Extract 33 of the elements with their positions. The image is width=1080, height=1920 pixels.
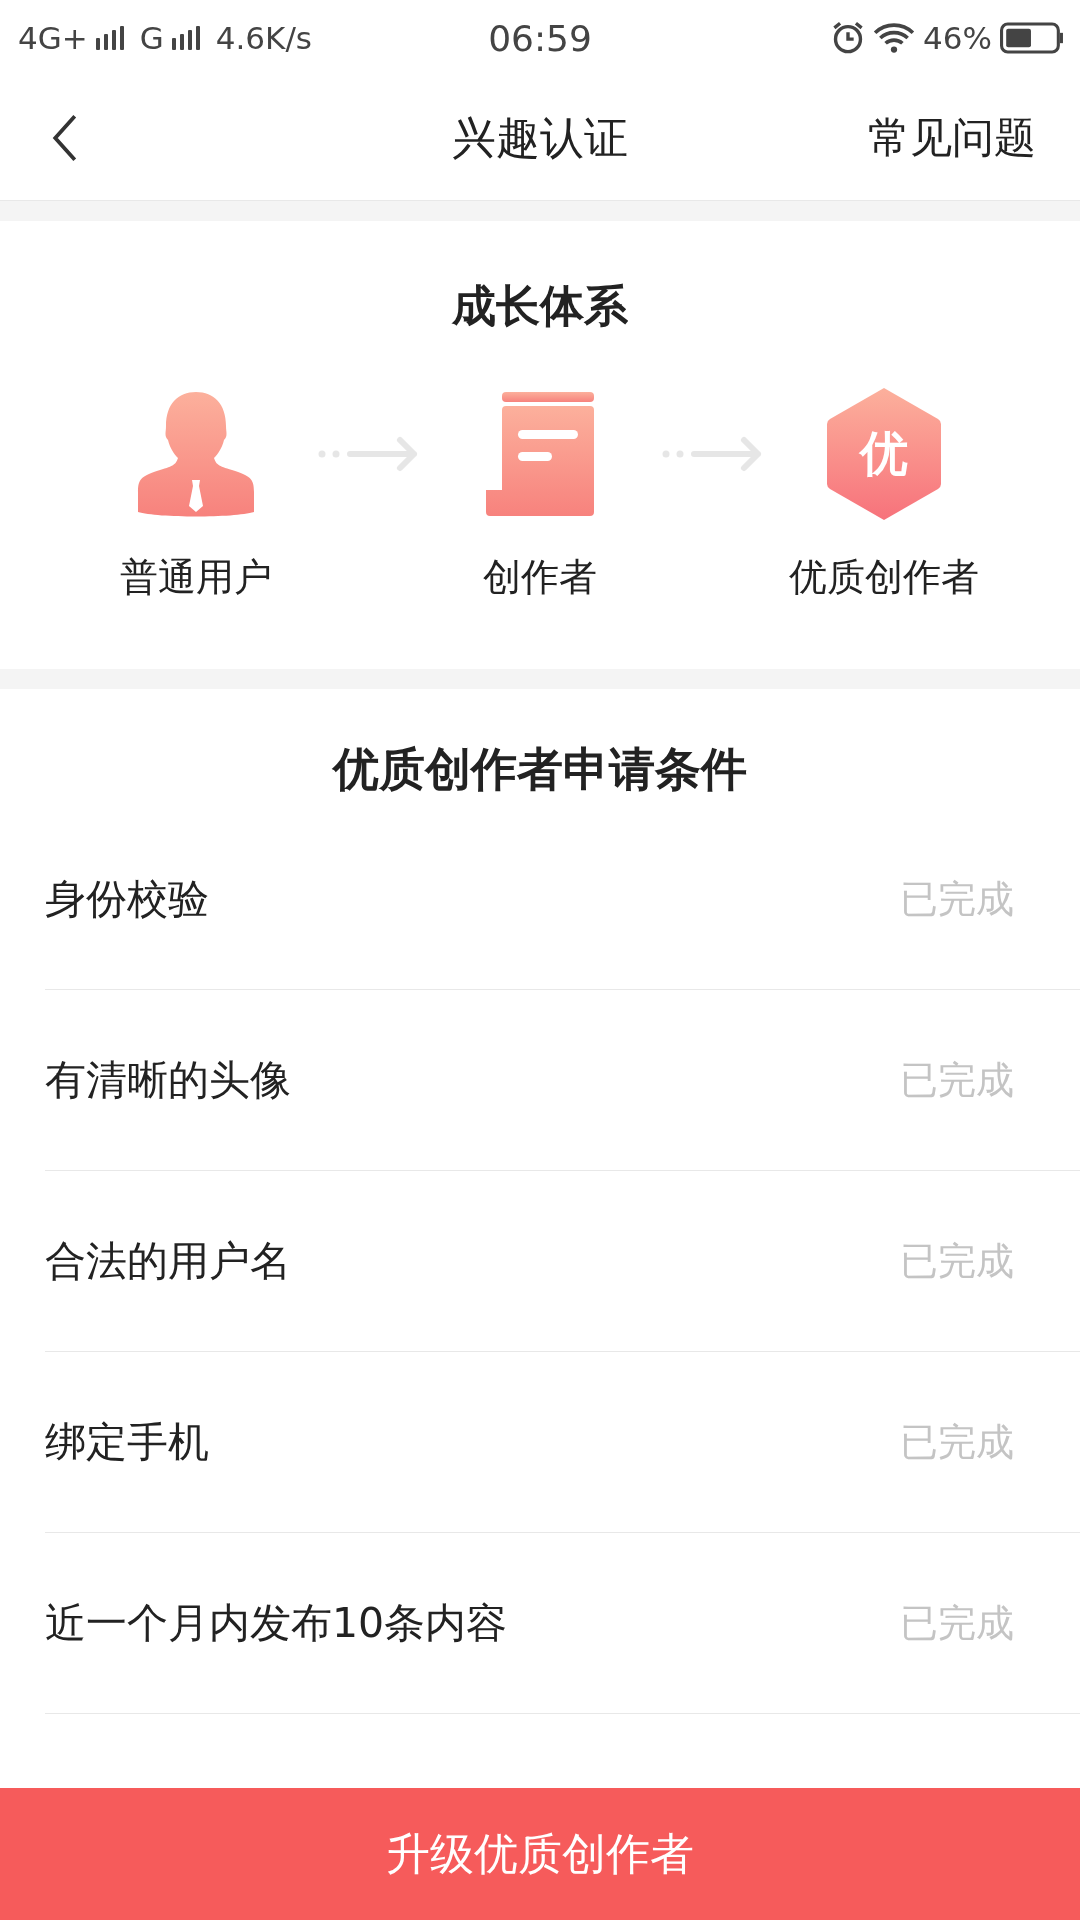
quality-badge-icon: 优: [824, 386, 944, 522]
condition-status: 已完成: [900, 1237, 1014, 1285]
condition-label: 绑定手机: [45, 1416, 209, 1468]
signal-icon: [95, 25, 124, 51]
back-icon[interactable]: [52, 114, 78, 162]
condition-label: 有清晰的头像: [45, 1054, 291, 1106]
alarm-icon: [831, 21, 866, 55]
signal-icon: [171, 25, 200, 51]
condition-status: 已完成: [900, 1418, 1014, 1466]
person-icon: [136, 390, 256, 518]
condition-label: 身份校验: [45, 873, 209, 925]
battery-icon: [1000, 22, 1064, 54]
condition-label: 合法的用户名: [45, 1235, 291, 1287]
network-speed: 4.6K/s: [215, 20, 312, 56]
page-title: 兴趣认证: [452, 110, 628, 165]
faq-link[interactable]: 常见问题: [868, 110, 1036, 166]
network-type: 4G+: [18, 20, 88, 56]
document-icon: [484, 390, 596, 518]
section-title: 成长体系: [452, 279, 628, 333]
arrow-icon: [316, 434, 420, 474]
stage-label: 优质创作者: [789, 554, 979, 601]
condition-status: 已完成: [900, 875, 1014, 923]
battery-percent: 46%: [923, 20, 992, 56]
network-type: G: [139, 20, 164, 56]
condition-label: 近一个月内发布10条内容: [45, 1597, 508, 1649]
condition-status: 已完成: [900, 1599, 1014, 1647]
stage-label: 普通用户: [120, 554, 272, 601]
section-title: 优质创作者申请条件: [331, 741, 748, 798]
wifi-icon: [873, 21, 916, 55]
arrow-icon: [660, 434, 764, 474]
clock-time: 06:59: [488, 17, 592, 59]
stage-label: 创作者: [483, 554, 597, 601]
condition-status: 已完成: [900, 1056, 1014, 1104]
